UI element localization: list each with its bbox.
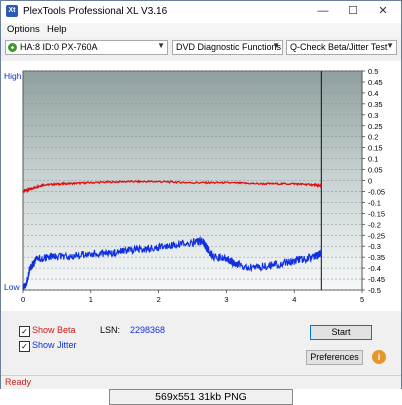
checkmark-icon: ✓ (21, 327, 28, 336)
y-tick-label: -0.4 (368, 264, 381, 273)
x-tick-label: 1 (89, 295, 93, 304)
y-tick-label: -0.45 (368, 275, 385, 284)
info-icon[interactable]: i (372, 350, 386, 364)
show-beta-label: Show Beta (32, 325, 76, 335)
test-select[interactable]: Q-Check Beta/Jitter Test ▼ (286, 40, 397, 55)
y-tick-label: 0.15 (368, 144, 383, 153)
y-tick-label: 0.3 (368, 111, 378, 120)
menu-help[interactable]: Help (47, 24, 67, 35)
y-tick-label: 0.45 (368, 78, 383, 87)
preferences-button[interactable]: Preferences (306, 350, 363, 365)
y-tick-label: 0.25 (368, 122, 383, 131)
y-tick-label: -0.5 (368, 286, 381, 295)
x-tick-label: 3 (224, 295, 228, 304)
menu-bar: Options Help (1, 23, 401, 37)
menu-options[interactable]: Options (7, 24, 40, 35)
y-tick-label: 0 (368, 177, 372, 186)
y-tick-label: 0.4 (368, 89, 378, 98)
checkmark-icon: ✓ (21, 342, 28, 351)
y-axis-low-label: Low (4, 282, 20, 292)
y-tick-label: -0.1 (368, 198, 381, 207)
test-select-value: Q-Check Beta/Jitter Test (290, 42, 388, 52)
chevron-down-icon: ▼ (272, 41, 280, 50)
maximize-button[interactable]: ☐ (343, 4, 363, 18)
show-beta-checkbox[interactable]: ✓ (19, 326, 30, 337)
x-tick-label: 5 (360, 295, 364, 304)
y-tick-label: 0.1 (368, 155, 378, 164)
y-tick-label: -0.05 (368, 187, 385, 196)
y-tick-label: -0.3 (368, 242, 381, 251)
close-button[interactable]: ✕ (373, 4, 393, 18)
function-select[interactable]: DVD Diagnostic Functions ▼ (172, 40, 283, 55)
chevron-down-icon: ▼ (386, 41, 394, 50)
y-tick-label: 0.5 (368, 67, 378, 76)
app-icon: Xt (6, 5, 18, 17)
status-bar: Ready (1, 375, 401, 390)
image-caption: 569x551 31kb PNG (0, 389, 402, 405)
app-window: Xt PlexTools Professional XL V3.16 — ☐ ✕… (0, 0, 402, 404)
image-caption-text: 569x551 31kb PNG (109, 389, 293, 405)
y-tick-label: -0.25 (368, 231, 385, 240)
y-tick-label: 0.05 (368, 166, 383, 175)
chart-area: 0.5 0.45 0.4 0.35 0.3 0.25 0.2 0.15 0.1 0.05 0 -0.0… (1, 61, 401, 311)
minimize-button[interactable]: — (313, 4, 333, 18)
function-select-value: DVD Diagnostic Functions (176, 42, 282, 52)
control-panel: ✓ Show Beta ✓ Show Jitter LSN: 2298368 S… (1, 315, 401, 371)
lsn-value: 2298368 (130, 325, 166, 335)
beta-jitter-chart: 0.50.450.40.350.30.250.20.150.10.050-0.0… (4, 67, 385, 304)
status-text: Ready (5, 377, 32, 387)
y-tick-label: 0.2 (368, 133, 378, 142)
x-tick-label: 2 (157, 295, 161, 304)
drive-select-value: HA:8 ID:0 PX-760A (20, 42, 98, 52)
chevron-down-icon: ▼ (157, 41, 165, 50)
lsn-label: LSN: (100, 325, 121, 335)
title-bar: Xt PlexTools Professional XL V3.16 — ☐ ✕ (1, 1, 401, 23)
x-tick-label: 0 (21, 295, 25, 304)
drive-select[interactable]: HA:8 ID:0 PX-760A ▼ (5, 40, 168, 55)
y-tick-label: -0.15 (368, 209, 385, 218)
x-tick-label: 4 (292, 295, 296, 304)
toolbar: HA:8 ID:0 PX-760A ▼ DVD Diagnostic Funct… (1, 37, 401, 59)
drive-icon (8, 43, 17, 52)
show-jitter-checkbox[interactable]: ✓ (19, 341, 30, 352)
start-button[interactable]: Start (310, 325, 372, 340)
y-tick-label: -0.35 (368, 253, 385, 262)
y-tick-label: 0.35 (368, 100, 383, 109)
y-axis-high-label: High (4, 71, 22, 81)
window-title: PlexTools Professional XL V3.16 (23, 6, 168, 17)
y-tick-label: -0.2 (368, 220, 381, 229)
show-jitter-label: Show Jitter (32, 340, 77, 350)
